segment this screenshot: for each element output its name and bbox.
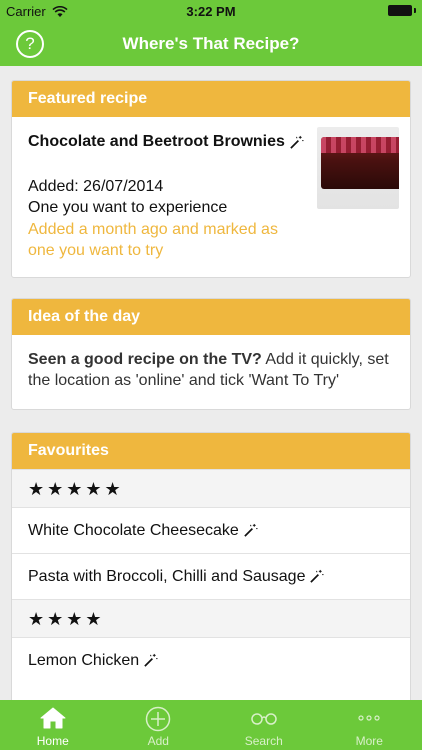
- status-bar: Carrier 3:22 PM: [0, 0, 422, 22]
- favourites-card: Favourites ★★★★★ White Chocolate Cheesec…: [11, 432, 411, 700]
- featured-title-text: Chocolate and Beetroot Brownies: [28, 133, 285, 150]
- featured-note: Added a month ago and marked as one you …: [28, 221, 278, 259]
- idea-text: Seen a good recipe on the TV? Add it qui…: [12, 335, 410, 405]
- add-icon: [146, 706, 171, 732]
- list-item[interactable]: Lemon Chicken: [12, 637, 410, 683]
- glasses-icon: [251, 713, 277, 725]
- magic-wand-icon: [310, 569, 325, 583]
- featured-want-status: One you want to experience: [28, 199, 228, 216]
- magic-wand-icon: [244, 523, 258, 537]
- tab-search-label: Search: [244, 734, 283, 748]
- rating-five-stars: ★★★★★: [12, 469, 410, 507]
- featured-header: Featured recipe: [12, 81, 410, 117]
- battery-icon: [388, 5, 416, 16]
- featured-body[interactable]: Chocolate and Beetroot Brownies Added: 2…: [12, 117, 410, 277]
- tab-add[interactable]: Add: [106, 700, 212, 750]
- home-icon: [40, 707, 66, 729]
- tab-search[interactable]: Search: [211, 700, 317, 750]
- recipe-name: Pasta with Broccoli, Chilli and Sausage: [28, 567, 306, 585]
- tab-add-label: Add: [147, 734, 169, 748]
- favourites-header: Favourites: [12, 433, 410, 469]
- tab-home[interactable]: Home: [0, 700, 106, 750]
- content-scroll[interactable]: Featured recipe Chocolate and Beetroot B…: [0, 66, 422, 700]
- list-item[interactable]: White Chocolate Cheesecake: [12, 507, 410, 553]
- recipe-name: Lemon Chicken: [28, 651, 140, 669]
- page-title: Where's That Recipe?: [122, 34, 300, 53]
- magic-wand-icon: [290, 135, 304, 149]
- status-time: 3:22 PM: [186, 4, 236, 19]
- idea-of-day-card: Idea of the day Seen a good recipe on th…: [11, 298, 411, 410]
- magic-wand-icon: [144, 653, 158, 667]
- tab-more-label: More: [355, 734, 383, 748]
- featured-recipe-title[interactable]: Chocolate and Beetroot Brownies: [28, 133, 304, 151]
- idea-header: Idea of the day: [12, 299, 410, 335]
- brownie-photo: [317, 127, 399, 209]
- list-item[interactable]: Pasta with Broccoli, Chilli and Sausage: [12, 553, 410, 599]
- tab-more[interactable]: More: [317, 700, 422, 750]
- rating-four-stars: ★★★★: [12, 599, 410, 637]
- nav-bar: ? Where's That Recipe?: [0, 22, 422, 66]
- recipe-name: White Chocolate Cheesecake: [28, 521, 239, 539]
- featured-added-date: Added: 26/07/2014: [28, 178, 164, 195]
- tab-home-label: Home: [36, 734, 69, 748]
- idea-bold-text: Seen a good recipe on the TV?: [28, 351, 262, 368]
- more-icon: [358, 715, 380, 721]
- featured-recipe-card[interactable]: Featured recipe Chocolate and Beetroot B…: [11, 80, 411, 278]
- tab-bar: Home Add Search More: [0, 700, 422, 750]
